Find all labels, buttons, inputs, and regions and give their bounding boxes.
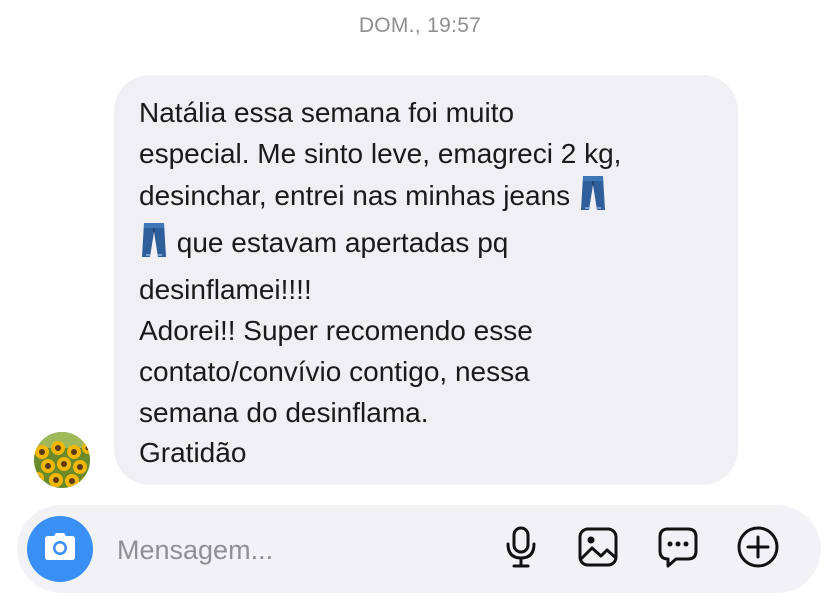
microphone-icon: [505, 526, 537, 573]
sticker-icon: [656, 525, 700, 574]
camera-icon: [43, 532, 77, 567]
message-line: desinchar, entrei nas minhas jeans: [139, 179, 571, 211]
image-icon: [577, 526, 619, 573]
message-bubble[interactable]: Natália essa semana foi muito especial. …: [114, 75, 738, 485]
sticker-button[interactable]: [654, 525, 702, 573]
message-line: desinflamei!!!!: [139, 274, 312, 306]
jeans-icon: [580, 175, 606, 223]
message-text: Natália essa semana foi muito especial. …: [139, 93, 729, 474]
message-line: Natália essa semana foi muito: [139, 97, 515, 128]
sender-avatar[interactable]: [34, 432, 90, 488]
plus-icon: [736, 525, 780, 574]
message-timestamp: DOM., 19:57: [358, 14, 482, 37]
message-line: semana do desinflama.: [139, 396, 429, 428]
more-button[interactable]: [734, 525, 782, 573]
camera-button[interactable]: [27, 516, 93, 582]
jeans-icon: [141, 222, 167, 270]
message-composer: [17, 505, 821, 593]
microphone-button[interactable]: [497, 525, 545, 573]
message-line-with-emoji: que estavam apertadas pq: [139, 222, 729, 270]
message-line: contato/convívio contigo, nessa: [139, 355, 530, 387]
message-line: especial. Me sinto leve, emagreci 2 kg,: [139, 137, 622, 169]
message-line: que estavam apertadas pq: [176, 227, 509, 259]
message-line: Gratidão: [139, 437, 247, 469]
message-line-with-emoji: desinchar, entrei nas minhas jeans: [139, 175, 729, 223]
message-input[interactable]: [115, 531, 479, 569]
gallery-button[interactable]: [574, 525, 622, 573]
message-line: Adorei!! Super recomendo esse: [139, 314, 533, 346]
